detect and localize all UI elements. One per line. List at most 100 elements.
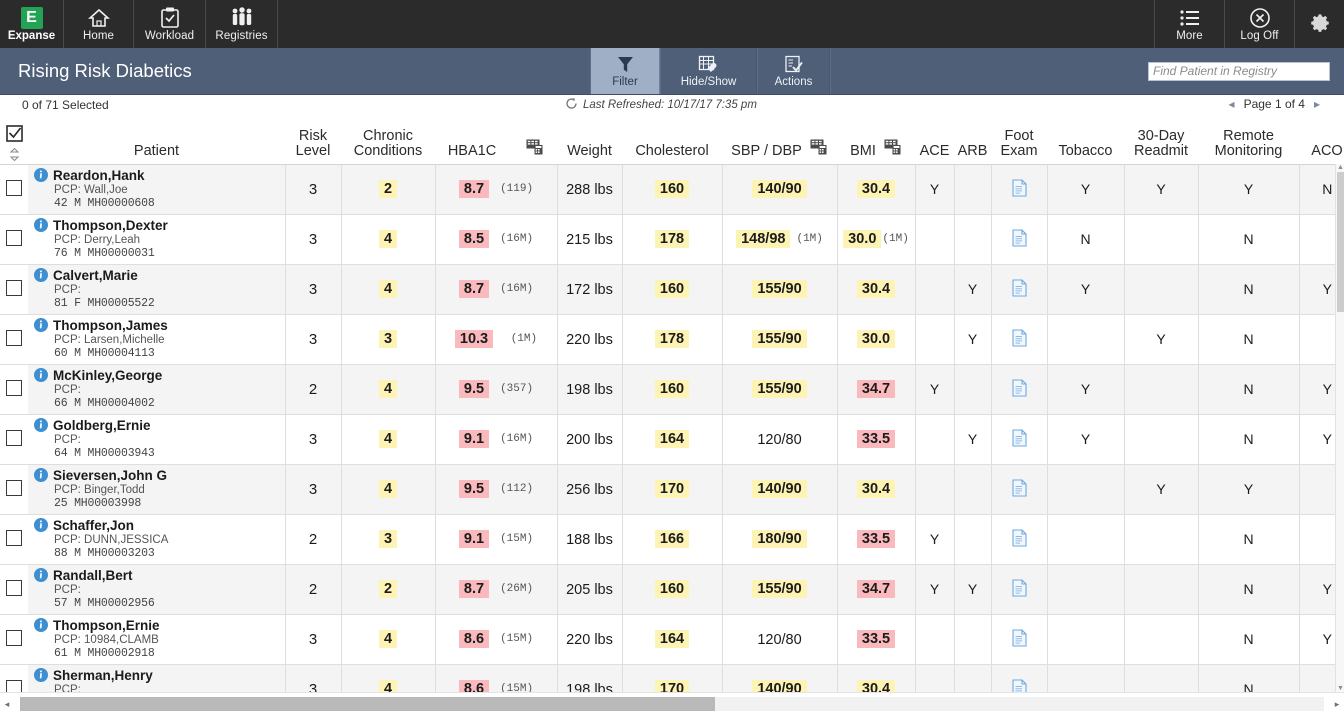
table-row[interactable]: Sherman,HenryPCP:62 M MH0000275134 8.6 (15… — [0, 664, 1344, 692]
sort-updown-icon[interactable] — [9, 147, 20, 162]
nav-item-more[interactable]: More — [1154, 0, 1224, 48]
patient-cell[interactable]: Randall,Bert PCP: 57 M MH00002956 — [28, 564, 286, 615]
foot-exam-cell[interactable] — [991, 264, 1048, 315]
patient-cell[interactable]: Sieversen,John G PCP: Binger,Todd 25 MH000… — [28, 464, 286, 515]
row-checkbox[interactable] — [6, 179, 22, 196]
row-checkbox-cell[interactable] — [0, 564, 28, 615]
chevron-right-icon[interactable]: ▸ — [1314, 97, 1320, 111]
document-icon[interactable] — [1011, 628, 1027, 647]
header-weight[interactable]: Weight — [557, 117, 622, 165]
info-icon[interactable] — [34, 618, 48, 632]
checkbox-checked-icon[interactable] — [5, 124, 23, 146]
foot-exam-cell[interactable] — [991, 664, 1048, 692]
brand-expanse[interactable]: E Expanse — [0, 0, 64, 48]
toolbar-actions-button[interactable]: Actions — [757, 48, 830, 94]
nav-item-registries[interactable]: Registries — [206, 0, 278, 48]
header-select-all[interactable] — [0, 117, 28, 165]
table-row[interactable]: Calvert,Marie PCP: 81 F MH00005522 3 4 8.7 (16… — [0, 264, 1344, 315]
document-icon[interactable] — [1011, 178, 1027, 197]
header-readmit[interactable]: 30-Day Readmit — [1124, 117, 1198, 165]
row-checkbox[interactable] — [6, 579, 22, 596]
patient-name[interactable]: Schaffer,Jon — [34, 518, 284, 533]
refresh-icon[interactable] — [565, 97, 578, 113]
scroll-right-arrow[interactable]: ▸ — [1332, 699, 1342, 710]
foot-exam-cell[interactable] — [991, 314, 1048, 365]
foot-exam-cell[interactable] — [991, 614, 1048, 665]
table-row[interactable]: Sieversen,John G PCP: Binger,Todd 25 MH000… — [0, 464, 1344, 515]
header-hba1c[interactable]: HBA1C — [435, 117, 557, 165]
foot-exam-cell[interactable] — [991, 364, 1048, 415]
horizontal-scroll-track[interactable] — [20, 697, 1324, 711]
patient-name[interactable]: Sieversen,John G — [34, 468, 284, 483]
info-icon[interactable] — [34, 518, 48, 532]
patient-cell[interactable]: Reardon,Hank PCP: Wall,Joe 42 M MH00000608 — [28, 164, 286, 215]
row-checkbox-cell[interactable] — [0, 664, 28, 692]
patient-cell[interactable]: McKinley,George PCP: 66 M MH00004002 — [28, 364, 286, 415]
table-row[interactable]: Thompson,Dexter PCP: Derry,Leah 76 M MH000… — [0, 214, 1344, 265]
document-icon[interactable] — [1011, 228, 1027, 247]
foot-exam-cell[interactable] — [991, 414, 1048, 465]
row-checkbox[interactable] — [6, 329, 22, 346]
patient-cell[interactable]: Goldberg,Ernie PCP: 64 M MH00003943 — [28, 414, 286, 465]
header-arb[interactable]: ARB — [954, 117, 991, 165]
chart-grid-icon[interactable] — [526, 139, 544, 159]
header-risk-level[interactable]: Risk Level — [285, 117, 341, 165]
info-icon[interactable] — [34, 568, 48, 582]
foot-exam-cell[interactable] — [991, 214, 1048, 265]
vertical-scroll-thumb[interactable] — [1337, 172, 1344, 312]
document-icon[interactable] — [1011, 278, 1027, 297]
info-icon[interactable] — [34, 368, 48, 382]
table-row[interactable]: Goldberg,Ernie PCP: 64 M MH00003943 3 4 9.1 (1… — [0, 414, 1344, 465]
table-row[interactable]: Randall,Bert PCP: 57 M MH00002956 2 2 8.7 (26M… — [0, 564, 1344, 615]
patient-name[interactable]: McKinley,George — [34, 368, 284, 383]
header-remote-monitoring[interactable]: Remote Monitoring — [1198, 117, 1299, 165]
patient-cell[interactable]: Thompson,James PCP: Larsen,Michelle 60 M M… — [28, 314, 286, 365]
row-checkbox[interactable] — [6, 429, 22, 446]
patient-cell[interactable]: Schaffer,Jon PCP: DUNN,JESSICA 88 M MH0000… — [28, 514, 286, 565]
foot-exam-cell[interactable] — [991, 564, 1048, 615]
info-icon[interactable] — [34, 468, 48, 482]
table-row[interactable]: Thompson,James PCP: Larsen,Michelle 60 M M… — [0, 314, 1344, 365]
nav-item-workload[interactable]: Workload — [134, 0, 206, 48]
patient-name[interactable]: Sherman,Henry — [34, 668, 284, 683]
patient-cell[interactable]: Thompson,Ernie PCP: 10984,CLAMB 61 M MH000… — [28, 614, 286, 665]
document-icon[interactable] — [1011, 328, 1027, 347]
header-tobacco[interactable]: Tobacco — [1047, 117, 1124, 165]
header-sbp-dbp[interactable]: SBP / DBP — [722, 117, 837, 165]
patient-cell[interactable]: Sherman,HenryPCP:62 M MH00002751 — [28, 664, 286, 692]
row-checkbox-cell[interactable] — [0, 414, 28, 465]
foot-exam-cell[interactable] — [991, 464, 1048, 515]
patient-name[interactable]: Thompson,Dexter — [34, 218, 284, 233]
header-aco[interactable]: ACO — [1299, 117, 1344, 165]
patient-name[interactable]: Thompson,James — [34, 318, 284, 333]
patient-cell[interactable]: Thompson,Dexter PCP: Derry,Leah 76 M MH000… — [28, 214, 286, 265]
row-checkbox[interactable] — [6, 379, 22, 396]
nav-item-log-off[interactable]: Log Off — [1224, 0, 1294, 48]
row-checkbox[interactable] — [6, 529, 22, 546]
row-checkbox[interactable] — [6, 229, 22, 246]
info-icon[interactable] — [34, 218, 48, 232]
header-bmi[interactable]: BMI — [837, 117, 915, 165]
info-icon[interactable] — [34, 668, 48, 682]
search-input[interactable] — [1148, 61, 1330, 81]
header-cholesterol[interactable]: Cholesterol — [622, 117, 722, 165]
row-checkbox[interactable] — [6, 479, 22, 496]
row-checkbox-cell[interactable] — [0, 314, 28, 365]
nav-item-home[interactable]: Home — [64, 0, 134, 48]
chevron-left-icon[interactable]: ◂ — [1229, 97, 1235, 111]
toolbar-filter-button[interactable]: Filter — [590, 48, 660, 94]
horizontal-scroll-thumb[interactable] — [20, 697, 715, 711]
header-patient[interactable]: Patient — [28, 117, 285, 165]
foot-exam-cell[interactable] — [991, 164, 1048, 215]
info-icon[interactable] — [34, 268, 48, 282]
toolbar-hide-show-button[interactable]: Hide/Show — [660, 48, 757, 94]
info-icon[interactable] — [34, 168, 48, 182]
foot-exam-cell[interactable] — [991, 514, 1048, 565]
patient-name[interactable]: Thompson,Ernie — [34, 618, 284, 633]
row-checkbox-cell[interactable] — [0, 514, 28, 565]
chart-grid-icon[interactable] — [884, 139, 902, 159]
header-chronic-conditions[interactable]: Chronic Conditions — [341, 117, 435, 165]
scroll-down-arrow[interactable]: ▼ — [1337, 685, 1344, 692]
patient-name[interactable]: Calvert,Marie — [34, 268, 284, 283]
header-foot-exam[interactable]: Foot Exam — [991, 117, 1047, 165]
